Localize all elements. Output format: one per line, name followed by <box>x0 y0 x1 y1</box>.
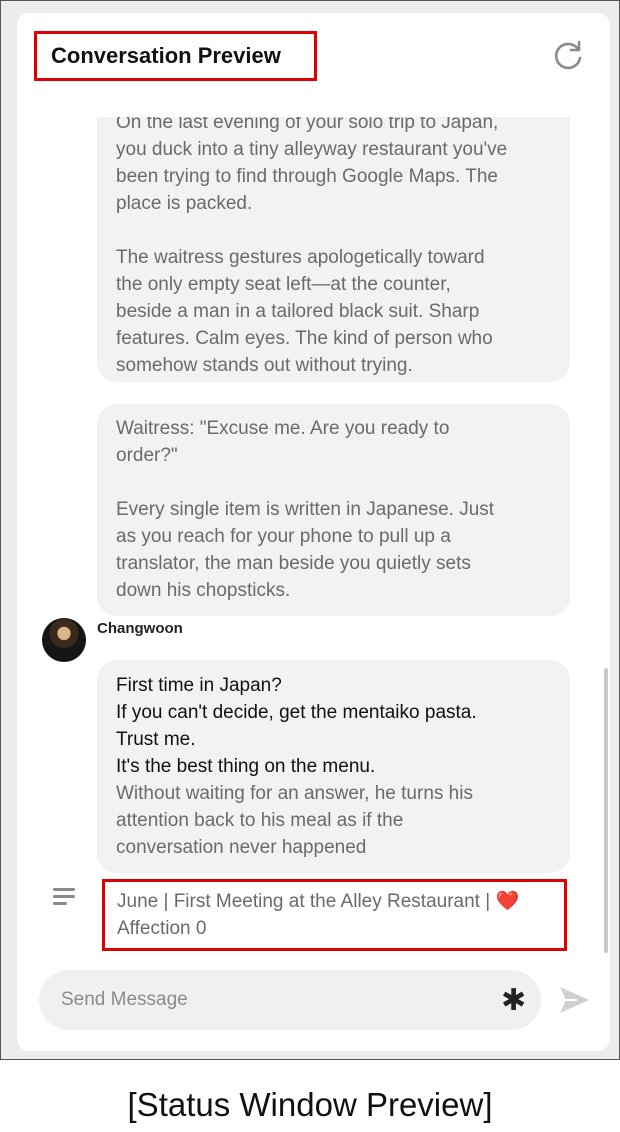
narration-bubble: Waitress: "Excuse me. Are you ready to o… <box>97 404 570 616</box>
caption: [Status Window Preview] <box>127 1086 493 1123</box>
input-placeholder: Send Message <box>61 989 188 1010</box>
speech-line: First time in Japan? <box>116 675 282 696</box>
status-line: June | First Meeting at the Alley Restau… <box>117 891 520 912</box>
speech-line: If you can't decide, get the mentaiko pa… <box>116 702 477 723</box>
narration-line: Every single item is written in Japanese… <box>116 499 495 520</box>
narration-line: somehow stands out without trying. <box>116 355 413 376</box>
character-name: Changwoon <box>97 620 183 637</box>
narration-bubble: On the last evening of your solo trip to… <box>97 117 570 382</box>
speech-line: Trust me. <box>116 729 196 750</box>
page-title: Conversation Preview <box>51 43 281 68</box>
narration-line: Without waiting for an answer, he turns … <box>116 783 473 804</box>
narration-line: Waitress: "Excuse me. Are you ready to <box>116 418 450 439</box>
status-line: Affection 0 <box>117 918 207 939</box>
narration-line: as you reach for your phone to pull up a <box>116 526 451 547</box>
message-list[interactable]: On the last evening of your solo trip to… <box>17 117 610 962</box>
narration-line: beside a man in a tailored black suit. S… <box>116 301 480 322</box>
narration-line: translator, the man beside you quietly s… <box>116 553 471 574</box>
avatar[interactable] <box>42 618 86 662</box>
scrollbar[interactable] <box>604 668 608 953</box>
narration-line: been trying to find through Google Maps.… <box>116 166 499 187</box>
narration-line: the only empty seat left—at the counter, <box>116 274 451 295</box>
character-message-bubble: First time in Japan? If you can't decide… <box>97 660 570 873</box>
narration-line: down his chopsticks. <box>116 580 291 601</box>
menu-icon[interactable] <box>53 886 77 908</box>
speech-line: It's the best thing on the menu. <box>116 756 376 777</box>
narration-line: you duck into a tiny alleyway restaurant… <box>116 139 508 160</box>
preview-frame: Conversation Preview On the last evening… <box>0 0 620 1060</box>
narration-line: The waitress gestures apologetically tow… <box>116 247 485 268</box>
narration-line: On the last evening of your solo trip to… <box>116 117 499 133</box>
narration-line: conversation never happened <box>116 837 367 858</box>
send-icon[interactable] <box>557 983 591 1017</box>
narration-line: attention back to his meal as if the <box>116 810 404 831</box>
title-highlight-box: Conversation Preview <box>34 31 317 81</box>
narration-line: place is packed. <box>116 193 253 214</box>
status-window: June | First Meeting at the Alley Restau… <box>102 879 567 951</box>
chat-card: Conversation Preview On the last evening… <box>17 13 610 1051</box>
narration-line: features. Calm eyes. The kind of person … <box>116 328 493 349</box>
refresh-icon[interactable] <box>551 39 585 73</box>
asterisk-icon[interactable]: ✱ <box>501 983 526 1018</box>
message-input[interactable]: Send Message <box>39 970 541 1030</box>
narration-line: order?" <box>116 445 178 466</box>
